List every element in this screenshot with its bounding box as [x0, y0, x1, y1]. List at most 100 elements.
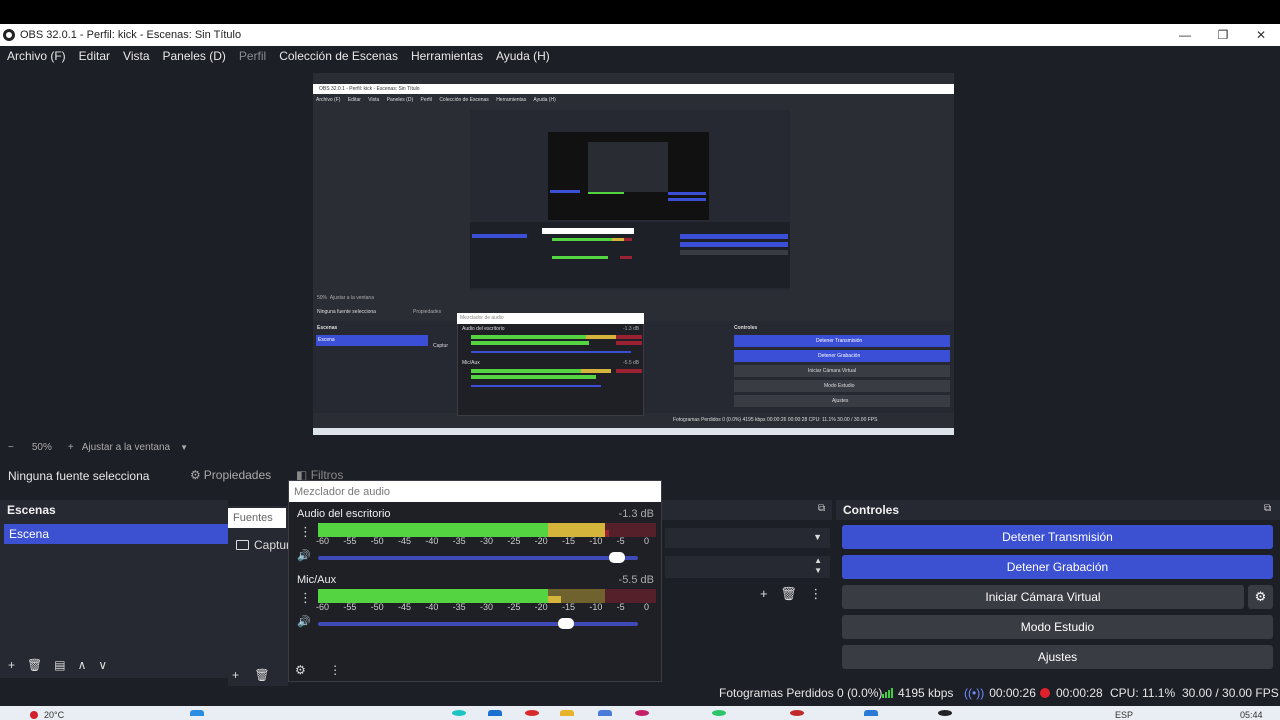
settings-button[interactable]: Ajustes — [842, 645, 1273, 669]
remove-transition-button[interactable]: 🗑 — [780, 586, 797, 601]
app-icon[interactable] — [452, 710, 466, 716]
add-source-button[interactable]: + — [232, 668, 239, 682]
window-title: OBS 32.0.1 - Perfil: kick - Escenas: Sin… — [20, 29, 242, 41]
more-icon[interactable]: ⋮ — [329, 663, 341, 677]
more-icon[interactable]: ⋮ — [809, 586, 822, 601]
taskbar: 20°C ESP 05:44 — [0, 706, 1280, 720]
app-icon[interactable] — [598, 710, 612, 716]
slider-knob[interactable] — [558, 618, 574, 629]
nested-mic-db: -5.5 dB — [623, 360, 640, 366]
menu-tools[interactable]: Herramientas — [411, 49, 483, 63]
app-icon[interactable] — [790, 710, 804, 716]
transitions-toolbar: + 🗑 ⋮ — [760, 586, 831, 602]
nested-meter — [471, 375, 596, 379]
menu-docks[interactable]: Paneles (D) — [163, 49, 226, 63]
advanced-audio-icon[interactable]: ⚙ — [295, 663, 306, 677]
start-icon[interactable] — [190, 710, 204, 716]
zoom-out-button[interactable]: − — [8, 442, 14, 453]
add-scene-button[interactable]: + — [8, 658, 15, 672]
speaker-icon[interactable]: 🔊 — [297, 549, 311, 562]
menu-scene-collection[interactable]: Colección de Escenas — [279, 49, 398, 63]
close-button[interactable]: ✕ — [1242, 24, 1280, 46]
nested-settings-label: Ajustes — [832, 398, 849, 404]
nested-desktop-db: -1.3 dB — [623, 326, 640, 332]
transition-select[interactable]: ▼ — [665, 528, 830, 548]
start-virtual-camera-button[interactable]: Iniciar Cámara Virtual — [842, 585, 1244, 609]
nested-mark — [588, 192, 624, 194]
mic-aux-volume-slider[interactable] — [318, 618, 638, 629]
meter-tick-label: 0 — [644, 536, 650, 546]
folder-icon[interactable] — [560, 710, 574, 716]
app-icon[interactable] — [864, 710, 878, 716]
properties-button[interactable]: ⚙ Propiedades — [190, 468, 271, 482]
clock: 05:44 — [1240, 710, 1263, 720]
mixer-title: Mezclador de audio — [289, 481, 661, 502]
stop-streaming-button[interactable]: Detener Transmisión — [842, 525, 1273, 549]
menu-edit[interactable]: Editar — [79, 49, 110, 63]
nested-ctrl — [680, 242, 788, 247]
meter-tick-label: -45 — [398, 602, 412, 612]
app-icon[interactable] — [488, 710, 502, 716]
studio-mode-button[interactable]: Modo Estudio — [842, 615, 1273, 639]
nested-taskbar — [313, 428, 954, 435]
scene-item[interactable]: Escena — [4, 524, 228, 544]
mic-aux-menu-icon[interactable]: ⋮ — [299, 590, 312, 606]
nested-capture: Captur — [433, 343, 449, 349]
app-icon[interactable] — [712, 710, 726, 716]
zoom-dropdown-icon[interactable]: ▼ — [180, 443, 188, 452]
duration-spinbox[interactable]: ▲ ▼ — [665, 556, 830, 578]
sources-dock — [228, 506, 288, 686]
menu-help[interactable]: Ayuda (H) — [496, 49, 550, 63]
speaker-icon[interactable]: 🔊 — [297, 615, 311, 628]
move-down-button[interactable]: ∨ — [98, 658, 107, 672]
app-icon[interactable] — [635, 710, 649, 716]
menu-profile[interactable]: Perfil — [239, 49, 266, 63]
nested-meter — [471, 369, 581, 373]
nested-title-bar: OBS 32.0.1 - Perfil: kick - Escenas: Sin… — [313, 84, 954, 94]
sources-toolbar: + 🗑 — [232, 668, 282, 682]
menu-file[interactable]: Archivo (F) — [7, 49, 66, 63]
nested-menu-item: Herramientas — [496, 97, 527, 103]
stop-recording-button[interactable]: Detener Grabación — [842, 555, 1273, 579]
obs-taskbar-icon[interactable] — [938, 710, 952, 716]
minimize-button[interactable]: — — [1166, 24, 1204, 46]
meter-tick-label: -35 — [452, 536, 466, 546]
desktop-audio-volume-slider[interactable] — [318, 552, 638, 563]
dock-float-icon[interactable]: ⧉ — [818, 503, 825, 514]
add-transition-button[interactable]: + — [760, 586, 768, 601]
nested-preview-3 — [588, 142, 668, 192]
nested-stop-stream-label: Detener Transmisión — [816, 338, 863, 344]
signal-icon — [882, 688, 894, 698]
move-up-button[interactable]: ∧ — [78, 658, 87, 672]
meter-tick-label: -30 — [480, 536, 494, 546]
scenes-title: Escenas — [0, 500, 228, 520]
zoom-in-button[interactable]: + — [68, 442, 74, 453]
remove-scene-button[interactable]: 🗑 — [27, 658, 42, 672]
virtual-camera-settings-button[interactable]: ⚙ — [1248, 585, 1273, 609]
slider-knob[interactable] — [609, 552, 626, 563]
source-item[interactable]: Captur — [236, 538, 290, 552]
nested-meter — [552, 238, 612, 241]
stream-status: ((•)) 00:00:26 — [964, 686, 1036, 700]
meter-tick-label: -55 — [343, 602, 357, 612]
nested-menu-item: Editar — [347, 97, 361, 103]
menu-view[interactable]: Vista — [123, 49, 149, 63]
scene-filters-button[interactable]: ▤ — [54, 658, 65, 672]
fit-window-label[interactable]: Ajustar a la ventana — [82, 442, 170, 453]
properties-label: Propiedades — [203, 468, 272, 482]
maximize-button[interactable]: ❐ — [1204, 24, 1242, 46]
preview-canvas[interactable]: OBS 32.0.1 - Perfil: kick - Escenas: Sin… — [313, 73, 954, 435]
meter-tick-label: -15 — [562, 536, 576, 546]
desktop-audio-menu-icon[interactable]: ⋮ — [299, 524, 312, 540]
weather-alert-icon — [30, 711, 38, 719]
sources-tab[interactable]: Fuentes — [228, 508, 286, 528]
top-strip — [0, 0, 1280, 24]
nested-mark — [668, 198, 706, 201]
nested-preview-2 — [548, 132, 709, 220]
remove-source-button[interactable]: 🗑 — [254, 668, 269, 682]
no-source-selected: Ninguna fuente selecciona — [8, 469, 150, 483]
app-icon[interactable] — [525, 710, 539, 716]
language-indicator: ESP — [1115, 710, 1134, 720]
nested-meter — [616, 369, 642, 373]
dock-float-icon[interactable]: ⧉ — [1264, 503, 1271, 514]
